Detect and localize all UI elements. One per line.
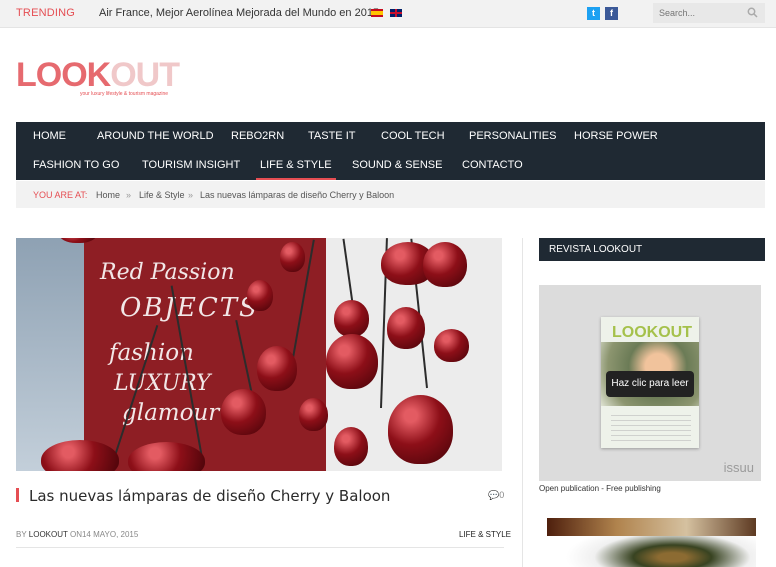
nav-around-the-world[interactable]: AROUND THE WORLD [97, 130, 214, 142]
nav-tourism-insight[interactable]: TOURISM INSIGHT [142, 159, 240, 171]
trending-link[interactable]: Air France, Mejor Aerolínea Mejorada del… [99, 7, 379, 19]
content-separator [16, 547, 504, 548]
nav-sound-sense[interactable]: SOUND & SENSE [352, 159, 442, 171]
facebook-icon[interactable]: f [605, 7, 618, 20]
nav-horse-power[interactable]: HORSE POWER [574, 130, 658, 142]
twitter-icon[interactable]: t [587, 7, 600, 20]
sidebar-divider [522, 238, 523, 567]
magazine-logo: LOOKOUT [612, 324, 692, 341]
breadcrumb-separator-icon: » [126, 190, 132, 200]
post-author[interactable]: LOOKOUT [29, 530, 68, 539]
breadcrumb-current: Las nuevas lámparas de diseño Cherry y B… [200, 190, 395, 200]
search-icon[interactable] [747, 7, 758, 18]
breadcrumb-section[interactable]: Life & Style [139, 190, 185, 200]
art-text-luxury: LUXURY [114, 371, 211, 396]
nav-fashion-to-go[interactable]: FASHION TO GO [33, 159, 119, 171]
nav-life-style[interactable]: LIFE & STYLE [256, 159, 336, 180]
meta-by: BY [16, 530, 27, 539]
breadcrumb-label: YOU ARE AT: [33, 190, 88, 200]
search-box[interactable] [653, 3, 765, 23]
trending-label: TRENDING [16, 7, 76, 19]
sidebar-widget-header: REVISTA LOOKOUT [539, 238, 765, 261]
comments-number: 0 [499, 490, 505, 500]
nav-rebo2rn[interactable]: REBO2RN [231, 130, 284, 142]
spanish-flag-icon[interactable] [371, 9, 383, 17]
featured-image[interactable]: Red Passion OBJECTS fashion LUXURY glamo… [16, 238, 502, 471]
post-title-link[interactable]: Las nuevas lámparas de diseño Cherry y B… [29, 487, 390, 505]
nav-home[interactable]: HOME [33, 130, 66, 142]
read-magazine-button[interactable]: Haz clic para leer [606, 371, 694, 397]
nav-personalities[interactable]: PERSONALITIES [469, 130, 556, 142]
title-accent-bar [16, 488, 19, 502]
breadcrumb-home[interactable]: Home [96, 190, 120, 200]
nav-contacto[interactable]: CONTACTO [462, 159, 523, 171]
art-text-red-passion: Red Passion [100, 260, 235, 285]
search-input[interactable] [653, 3, 751, 23]
post-meta: BY LOOKOUT ON14 MAYO, 2015 [16, 530, 138, 539]
comment-icon: 💬 [488, 490, 500, 500]
post-date: ON14 MAYO, 2015 [69, 530, 139, 539]
breadcrumb-separator-icon: » [188, 190, 194, 200]
nav-taste-it[interactable]: TASTE IT [308, 130, 355, 142]
post-category[interactable]: LIFE & STYLE [459, 530, 511, 539]
breadcrumb: YOU ARE AT: Home » Life & Style » Las nu… [16, 181, 765, 208]
art-text-glamour: glamour [122, 400, 220, 426]
magazine-text-lines [611, 415, 691, 441]
magazine-cover[interactable]: LOOKOUT Haz clic para leer [601, 317, 699, 448]
main-navigation: HOME AROUND THE WORLD REBO2RN TASTE IT C… [16, 122, 765, 180]
comments-count[interactable]: 💬0 [488, 490, 504, 501]
food-thumbnail[interactable] [547, 518, 756, 567]
art-text-objects: OBJECTS [120, 293, 259, 323]
widget-title: REVISTA LOOKOUT [549, 244, 643, 255]
site-logo[interactable]: LOOKOUT your luxury lifestyle & tourism … [16, 56, 180, 97]
logo-tagline: your luxury lifestyle & tourism magazine [80, 91, 169, 97]
top-bar: TRENDING Air France, Mejor Aerolínea Mej… [0, 0, 776, 28]
english-flag-icon[interactable] [390, 9, 402, 17]
issuu-logo[interactable]: issuu [724, 460, 754, 475]
logo-look: LOOK [16, 56, 111, 94]
open-publication-link[interactable]: Open publication - Free publishing [539, 484, 661, 493]
magazine-embed[interactable]: LOOKOUT Haz clic para leer issuu [539, 285, 761, 481]
nav-cool-tech[interactable]: COOL TECH [381, 130, 445, 142]
logo-out: OUT [110, 56, 180, 94]
